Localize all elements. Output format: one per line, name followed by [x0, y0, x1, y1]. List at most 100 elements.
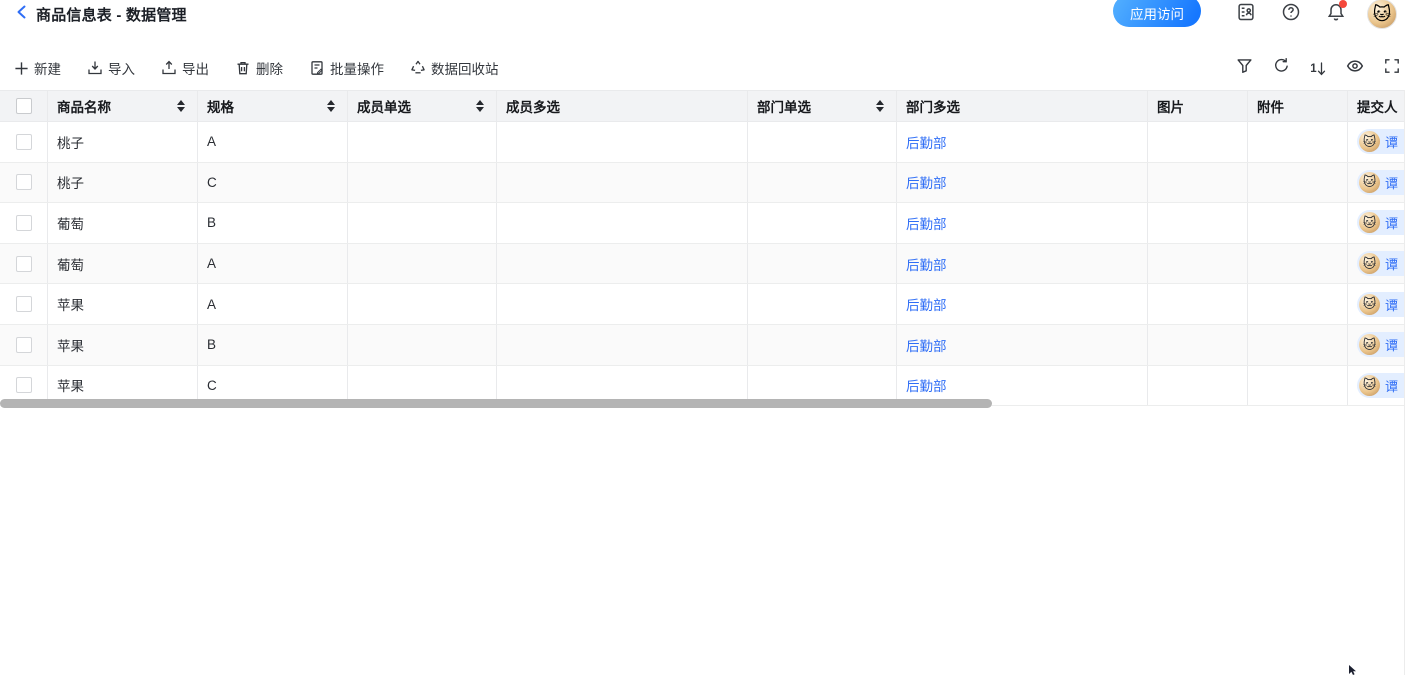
- table-row[interactable]: 桃子 C 后勤部 🐱谭: [0, 163, 1405, 204]
- recycle-bin-button[interactable]: 数据回收站: [410, 58, 499, 78]
- column-header-dept-single[interactable]: 部门单选: [748, 91, 897, 121]
- top-bar: 商品信息表 - 数据管理 应用访问: [0, 0, 1411, 28]
- image-cell: [1148, 203, 1248, 243]
- member-single-cell: [348, 122, 497, 162]
- submitter-chip[interactable]: 🐱谭: [1357, 170, 1405, 195]
- submitter-avatar: 🐱: [1359, 212, 1380, 233]
- dept-multi-cell: 后勤部: [897, 244, 1148, 284]
- table-row[interactable]: 桃子 A 后勤部 🐱谭: [0, 122, 1405, 163]
- refresh-button[interactable]: [1272, 59, 1290, 77]
- member-single-cell: [348, 284, 497, 324]
- submitter-cell: 🐱谭: [1348, 366, 1405, 406]
- toolbar-right: 1: [1235, 59, 1411, 77]
- sort-order-button[interactable]: 1: [1309, 59, 1327, 77]
- column-header-attachment[interactable]: 附件: [1248, 91, 1348, 121]
- name-cell: 桃子: [48, 122, 198, 162]
- spec-cell: A: [198, 122, 348, 162]
- export-button[interactable]: 导出: [161, 58, 209, 78]
- plus-icon: [14, 61, 29, 76]
- help-icon: [1281, 2, 1301, 27]
- submitter-chip[interactable]: 🐱谭: [1357, 210, 1405, 235]
- spec-cell: A: [198, 244, 348, 284]
- submitter-chip[interactable]: 🐱谭: [1357, 373, 1405, 398]
- row-checkbox[interactable]: [16, 256, 32, 272]
- table-row[interactable]: 苹果 B 后勤部 🐱谭: [0, 325, 1405, 366]
- row-checkbox[interactable]: [16, 377, 32, 393]
- submitter-chip[interactable]: 🐱谭: [1357, 251, 1405, 276]
- app-access-button[interactable]: 应用访问: [1113, 0, 1201, 27]
- new-button-label: 新建: [34, 58, 61, 78]
- name-cell: 葡萄: [48, 203, 198, 243]
- checkbox-cell: [0, 122, 48, 162]
- batch-operations-label: 批量操作: [330, 58, 384, 78]
- dept-multi-cell: 后勤部: [897, 163, 1148, 203]
- dept-link[interactable]: 后勤部: [906, 172, 947, 192]
- member-single-cell: [348, 203, 497, 243]
- image-cell: [1148, 366, 1248, 406]
- refresh-icon: [1273, 57, 1290, 79]
- dept-multi-cell: 后勤部: [897, 203, 1148, 243]
- column-header-image[interactable]: 图片: [1148, 91, 1248, 121]
- table-row[interactable]: 葡萄 B 后勤部 🐱谭: [0, 203, 1405, 244]
- horizontal-scrollbar[interactable]: [0, 399, 992, 408]
- column-header-submitter[interactable]: 提交人: [1348, 91, 1405, 121]
- address-book-button[interactable]: [1234, 2, 1258, 26]
- table-header-row: 商品名称 规格 成员单选 成员多选 部门单选 部门多选 图片 附件 提交人: [0, 90, 1405, 122]
- checkbox-cell: [0, 244, 48, 284]
- column-header-member-single[interactable]: 成员单选: [348, 91, 497, 121]
- import-button[interactable]: 导入: [87, 58, 135, 78]
- notification-dot: [1339, 0, 1347, 8]
- submitter-chip[interactable]: 🐱谭: [1357, 332, 1405, 357]
- row-checkbox[interactable]: [16, 134, 32, 150]
- table-row[interactable]: 葡萄 A 后勤部 🐱谭: [0, 244, 1405, 285]
- row-checkbox[interactable]: [16, 174, 32, 190]
- column-header-member-multi[interactable]: 成员多选: [497, 91, 748, 121]
- row-checkbox[interactable]: [16, 215, 32, 231]
- row-checkbox[interactable]: [16, 337, 32, 353]
- column-header-dept-multi[interactable]: 部门多选: [897, 91, 1148, 121]
- dept-link[interactable]: 后勤部: [906, 132, 947, 152]
- batch-operations-button[interactable]: 批量操作: [309, 58, 384, 78]
- vertical-scrollbar-track[interactable]: [1404, 90, 1411, 675]
- toolbar-left: 新建 导入 导出 删除: [0, 58, 499, 78]
- sort-icon[interactable]: [177, 100, 185, 112]
- sort-icon[interactable]: [327, 100, 335, 112]
- column-header-spec[interactable]: 规格: [198, 91, 348, 121]
- column-visibility-button[interactable]: [1346, 59, 1364, 77]
- notifications-button[interactable]: [1324, 2, 1348, 26]
- dept-link[interactable]: 后勤部: [906, 254, 947, 274]
- fullscreen-button[interactable]: [1383, 59, 1401, 77]
- new-button[interactable]: 新建: [14, 58, 61, 78]
- filter-button[interactable]: [1235, 59, 1253, 77]
- dept-link[interactable]: 后勤部: [906, 375, 947, 395]
- image-cell: [1148, 284, 1248, 324]
- spec-cell: C: [198, 163, 348, 203]
- row-checkbox[interactable]: [16, 296, 32, 312]
- submitter-chip[interactable]: 🐱谭: [1357, 129, 1405, 154]
- delete-button[interactable]: 删除: [235, 58, 283, 78]
- back-button[interactable]: [12, 4, 32, 24]
- dept-link[interactable]: 后勤部: [906, 213, 947, 233]
- select-all-cell: [0, 91, 48, 121]
- trash-icon: [235, 60, 251, 76]
- sort-icon[interactable]: [876, 100, 884, 112]
- avatar[interactable]: 🐱: [1367, 0, 1397, 29]
- import-icon: [87, 60, 103, 76]
- checkbox-cell: [0, 203, 48, 243]
- submitter-avatar: 🐱: [1359, 375, 1380, 396]
- select-all-checkbox[interactable]: [16, 98, 32, 114]
- dept-link[interactable]: 后勤部: [906, 335, 947, 355]
- name-cell: 苹果: [48, 284, 198, 324]
- mouse-cursor: [1349, 663, 1357, 674]
- sort-icon[interactable]: [476, 100, 484, 112]
- attachment-cell: [1248, 366, 1348, 406]
- dept-single-cell: [748, 325, 897, 365]
- submitter-name: 谭: [1385, 335, 1398, 354]
- column-header-name[interactable]: 商品名称: [48, 91, 198, 121]
- dept-single-cell: [748, 244, 897, 284]
- submitter-chip[interactable]: 🐱谭: [1357, 292, 1405, 317]
- table-row[interactable]: 苹果 A 后勤部 🐱谭: [0, 284, 1405, 325]
- member-single-cell: [348, 325, 497, 365]
- dept-link[interactable]: 后勤部: [906, 294, 947, 314]
- help-button[interactable]: [1279, 2, 1303, 26]
